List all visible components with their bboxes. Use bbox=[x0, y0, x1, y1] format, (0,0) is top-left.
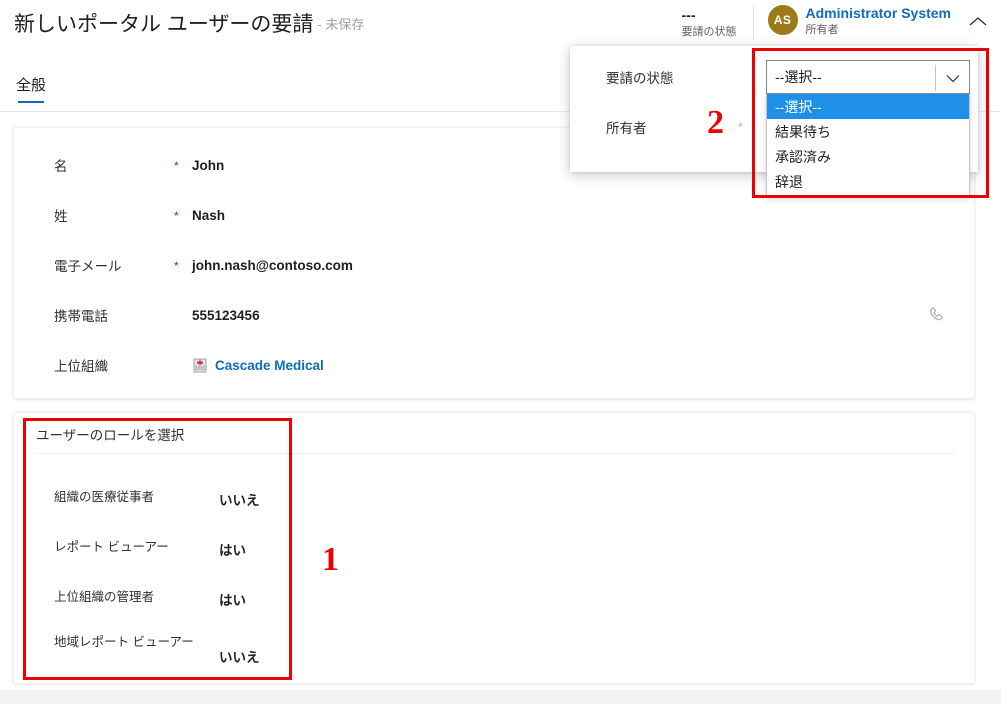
flyout-label-request-status: 要請の状態 bbox=[606, 71, 674, 86]
page-header: 新しいポータル ユーザーの要請 - 未保存 --- 要請の状態 AS Admini… bbox=[0, 0, 1001, 48]
chevron-down-icon[interactable] bbox=[935, 65, 969, 91]
field-value-firstname[interactable]: John bbox=[192, 158, 224, 173]
status-option-approved[interactable]: 承認済み bbox=[767, 144, 969, 169]
field-value-mobilephone[interactable]: 555123456 bbox=[192, 308, 260, 323]
field-value-email[interactable]: john.nash@contoso.com bbox=[192, 258, 353, 273]
field-row-lastname: 姓 * Nash bbox=[14, 200, 974, 230]
field-row-mobilephone: 携帯電話 555123456 bbox=[14, 300, 974, 330]
status-select-box[interactable]: --選択-- bbox=[766, 60, 970, 94]
role-label-report-viewer: レポート ビューアー bbox=[54, 540, 169, 554]
unsaved-indicator: - 未保存 bbox=[317, 17, 365, 32]
field-row-email: 電子メール * john.nash@contoso.com bbox=[14, 250, 974, 280]
owner-role-label: 所有者 bbox=[805, 24, 839, 36]
field-row-parentorg: 上位組織 Cascade Medical bbox=[14, 350, 974, 380]
header-right-group: --- 要請の状態 AS Administrator System 所有者 bbox=[668, 0, 1001, 48]
required-marker-parentorg bbox=[174, 364, 192, 366]
status-option-select[interactable]: --選択-- bbox=[767, 94, 969, 119]
roles-card-divider bbox=[36, 453, 954, 454]
owner-name[interactable]: Administrator System bbox=[806, 5, 951, 22]
roles-card-title: ユーザーのロールを選択 bbox=[36, 428, 185, 443]
role-value-report-viewer[interactable]: はい bbox=[219, 539, 246, 559]
page-title-text: 新しいポータル ユーザーの要請 bbox=[14, 13, 314, 36]
field-label-lastname: 姓 bbox=[54, 209, 68, 224]
field-value-parentorg[interactable]: Cascade Medical bbox=[192, 357, 324, 373]
avatar: AS bbox=[767, 5, 798, 35]
bottom-strip bbox=[0, 690, 1001, 704]
phone-call-icon[interactable] bbox=[926, 305, 946, 325]
role-label-regional-report-viewer: 地域レポート ビューアー bbox=[54, 635, 194, 649]
required-marker-email: * bbox=[174, 259, 179, 273]
app-root: 新しいポータル ユーザーの要請 - 未保存 --- 要請の状態 AS Admini… bbox=[0, 0, 1001, 704]
annotation-number-1: 1 bbox=[322, 541, 339, 578]
tab-active-underline bbox=[18, 100, 45, 103]
role-value-parentorg-admin[interactable]: はい bbox=[219, 589, 246, 609]
status-select-value: --選択-- bbox=[775, 69, 822, 85]
collapse-header-button[interactable] bbox=[965, 10, 991, 32]
hospital-building-icon bbox=[192, 357, 208, 373]
field-label-mobilephone: 携帯電話 bbox=[54, 309, 108, 324]
status-option-declined[interactable]: 辞退 bbox=[767, 169, 969, 194]
status-option-pending[interactable]: 結果待ち bbox=[767, 119, 969, 144]
header-owner-field[interactable]: AS Administrator System 所有者 bbox=[754, 0, 959, 38]
field-label-firstname: 名 bbox=[54, 159, 68, 174]
required-marker-lastname: * bbox=[174, 209, 179, 223]
owner-text-group: Administrator System 所有者 bbox=[806, 5, 951, 38]
header-status-field: --- 要請の状態 bbox=[668, 0, 754, 40]
header-status-label: 要請の状態 bbox=[681, 26, 737, 38]
annotation-number-2: 2 bbox=[707, 104, 724, 141]
tab-general[interactable]: 全般 bbox=[16, 74, 46, 103]
role-label-org-clinician: 組織の医療従事者 bbox=[54, 490, 155, 504]
field-label-parentorg: 上位組織 bbox=[54, 359, 108, 374]
field-value-lastname[interactable]: Nash bbox=[192, 208, 225, 223]
role-value-org-clinician[interactable]: いいえ bbox=[219, 489, 260, 509]
page-title: 新しいポータル ユーザーの要請 - 未保存 bbox=[14, 8, 364, 38]
chevron-up-icon bbox=[969, 16, 987, 25]
required-marker-firstname: * bbox=[174, 159, 179, 173]
status-select-wrapper: --選択-- --選択-- 結果待ち 承認済み 辞退 bbox=[766, 60, 970, 197]
field-value-parentorg-text: Cascade Medical bbox=[215, 358, 324, 373]
tab-general-label: 全般 bbox=[16, 77, 47, 94]
role-value-regional-report-viewer[interactable]: いいえ bbox=[219, 646, 260, 666]
required-marker-mobilephone bbox=[174, 314, 192, 316]
header-status-value: --- bbox=[681, 7, 696, 23]
role-label-parentorg-admin: 上位組織の管理者 bbox=[54, 590, 155, 604]
status-select-option-list: --選択-- 結果待ち 承認済み 辞退 bbox=[766, 94, 970, 197]
roles-card: ユーザーのロールを選択 組織の医療従事者 いいえ レポート ビューアー はい 上… bbox=[13, 412, 975, 684]
field-label-email: 電子メール bbox=[54, 259, 122, 274]
flyout-required-owner: * bbox=[738, 120, 743, 134]
